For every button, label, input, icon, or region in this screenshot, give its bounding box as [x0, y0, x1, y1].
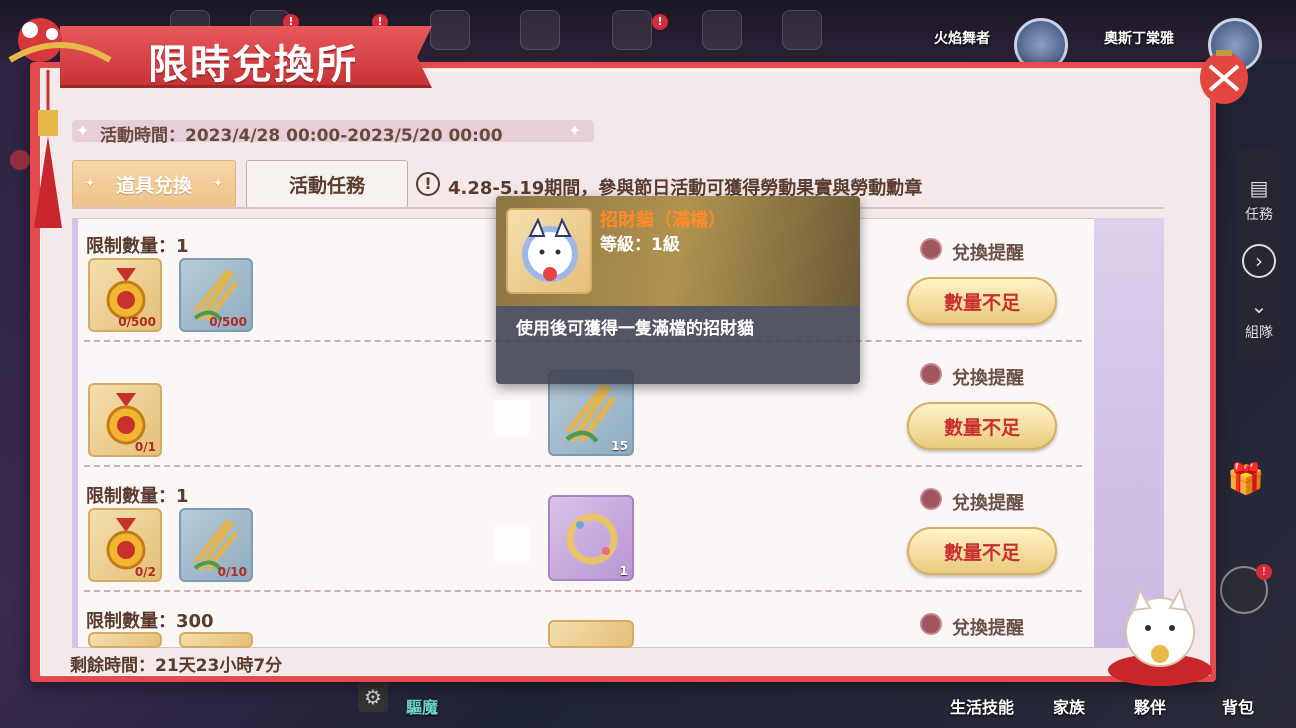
heart-chat-icon[interactable] [702, 10, 742, 50]
expand-button[interactable]: › [1238, 244, 1280, 282]
remaining-time: 剩餘時間：21天23小時7分 [70, 656, 283, 676]
tooltip-item-name: 招財貓（滿檔） [600, 210, 726, 231]
lucky-cat-icon [1108, 587, 1212, 686]
hud-icon[interactable] [430, 10, 470, 50]
clipboard-icon: ▤ [1249, 176, 1269, 200]
labor-medal-icon[interactable] [88, 632, 162, 648]
sparkle-icon: ✦ [212, 176, 223, 190]
player-name: 奧斯丁棠雅 [1104, 31, 1174, 47]
remind-label: 兌換提醒 [952, 618, 1024, 639]
tooltip-item-level: 等級：1級 [600, 235, 680, 255]
limit-label: 限制數量：1 [86, 486, 189, 507]
family-button[interactable]: 家族 [1053, 694, 1085, 718]
item-count: 0/1 [134, 440, 156, 454]
item-count: 15 [611, 439, 628, 453]
right-side-bar: ▤ 任務 › ⌄ 組隊 [1238, 150, 1280, 365]
remind-label: 兌換提醒 [952, 493, 1024, 514]
row-divider [84, 590, 1082, 592]
remind-label: 兌換提醒 [952, 243, 1024, 264]
row-divider [84, 465, 1082, 467]
team-label: 組隊 [1245, 325, 1273, 341]
wheat-icon[interactable]: 0/500 [179, 258, 253, 332]
item-count: 0/500 [209, 315, 247, 329]
exchange-button[interactable]: 數量不足 [907, 277, 1057, 325]
exchange-button[interactable]: 數量不足 [907, 402, 1057, 450]
tab-item-exchange[interactable]: ✦ 道具兌換 ✦ [72, 160, 236, 208]
partner-button[interactable]: 夥伴 [1134, 694, 1166, 718]
exorcise-button[interactable]: 驅魔 [406, 694, 438, 718]
remind-toggle[interactable] [920, 488, 942, 510]
limit-label: 限制數量：300 [86, 611, 214, 632]
item-count: 1 [619, 564, 628, 578]
info-icon: ! [416, 172, 440, 196]
panel-title: 限時兌換所 [148, 42, 358, 88]
lantern-icon [1200, 50, 1248, 104]
team-button[interactable]: ⌄ 組隊 [1238, 294, 1280, 342]
notification-badge: ! [652, 14, 668, 30]
gift-icon[interactable]: 🎁 [1226, 462, 1266, 502]
labor-medal-icon[interactable]: 0/1 [88, 383, 162, 457]
labor-medal-icon[interactable]: 0/2 [88, 508, 162, 582]
castle-icon[interactable] [520, 10, 560, 50]
remind-toggle[interactable] [920, 613, 942, 635]
arrow-placeholder [494, 400, 530, 436]
tab-event-tasks[interactable]: 活動任務 [246, 160, 408, 208]
item-count: 0/10 [217, 565, 247, 579]
event-time: 活動時間：2023/4/28 00:00-2023/5/20 00:00 [100, 126, 503, 146]
life-skills-button[interactable]: 生活技能 [950, 694, 1014, 718]
list-stripe [72, 218, 78, 648]
tab-label: 道具兌換 [115, 174, 192, 197]
settings-gear-icon[interactable]: ⚙ [358, 682, 388, 712]
tasks-label: 任務 [1245, 207, 1273, 223]
chevron-right-icon: › [1242, 244, 1276, 278]
labor-medal-icon[interactable]: 0/500 [88, 258, 162, 332]
item-count: 0/500 [118, 315, 156, 329]
tab-label: 活動任務 [288, 174, 365, 197]
team-icon: ⌄ [1250, 294, 1268, 318]
exchange-button[interactable]: 數量不足 [907, 527, 1057, 575]
remind-toggle[interactable] [920, 238, 942, 260]
item-count: 0/2 [134, 565, 156, 579]
hud-icon[interactable] [612, 10, 652, 50]
tasks-button[interactable]: ▤ 任務 [1238, 176, 1280, 224]
star-icon[interactable] [782, 10, 822, 50]
sparkle-icon: ✦ [76, 121, 90, 140]
sparkle-icon: ✦ [568, 121, 582, 140]
lucky-cat-icon [506, 208, 592, 294]
bag-button[interactable]: 背包 [1222, 694, 1254, 718]
item-icon[interactable] [548, 620, 634, 648]
remind-label: 兌換提醒 [952, 368, 1024, 389]
wheat-icon[interactable]: 0/10 [179, 508, 253, 582]
wheat-icon[interactable] [179, 632, 253, 648]
sparkle-icon: ✦ [85, 176, 96, 190]
arrow-placeholder [494, 525, 530, 561]
tooltip-description: 使用後可獲得一隻滿檔的招財貓 [516, 319, 754, 339]
limit-label: 限制數量：1 [86, 236, 189, 257]
player-name: 火焰舞者 [934, 31, 990, 47]
wreath-icon[interactable]: 1 [548, 495, 634, 581]
notification-badge: ! [1256, 564, 1272, 580]
remind-toggle[interactable] [920, 363, 942, 385]
